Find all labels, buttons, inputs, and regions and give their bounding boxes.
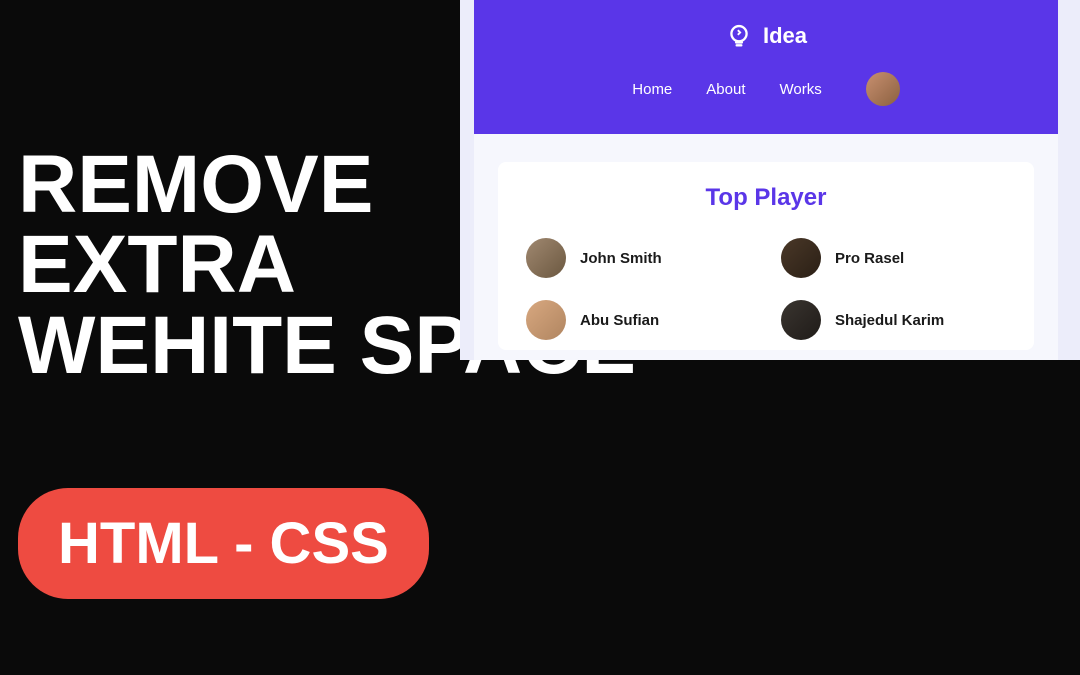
card-title: Top Player [526,184,1006,212]
nav-bar: Home About Works [494,72,1038,106]
player-avatar [781,300,821,340]
top-player-card: Top Player John Smith Pro Rasel Abu Sufi… [498,162,1034,350]
player-avatar [526,300,566,340]
list-item: Pro Rasel [781,238,1006,278]
player-avatar [526,238,566,278]
browser-frame: Idea Home About Works Top Player John Sm… [460,0,1080,360]
list-item: Abu Sufian [526,300,751,340]
players-grid: John Smith Pro Rasel Abu Sufian Shajedul… [526,238,1006,340]
list-item: Shajedul Karim [781,300,1006,340]
lightbulb-icon [725,22,753,50]
nav-home[interactable]: Home [632,81,672,98]
tech-pill-label: HTML - CSS [58,511,389,576]
nav-about[interactable]: About [706,81,745,98]
player-name: Shajedul Karim [835,312,944,329]
avatar[interactable] [866,72,900,106]
player-name: Pro Rasel [835,250,904,267]
site-header: Idea Home About Works [474,0,1058,134]
tech-pill: HTML - CSS [18,488,429,599]
list-item: John Smith [526,238,751,278]
brand: Idea [494,22,1038,50]
player-name: Abu Sufian [580,312,659,329]
browser-viewport: Idea Home About Works Top Player John Sm… [474,0,1058,360]
brand-name: Idea [763,23,807,49]
nav-works[interactable]: Works [779,81,821,98]
player-avatar [781,238,821,278]
player-name: John Smith [580,250,662,267]
